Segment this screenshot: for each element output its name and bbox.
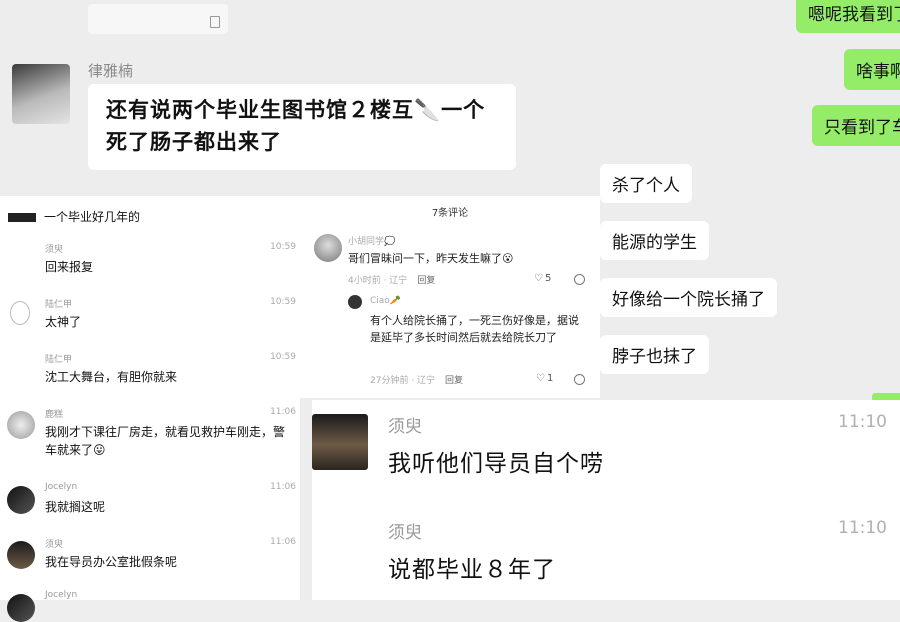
heart-icon: ♡ — [536, 373, 545, 384]
comment-text: 太神了 — [45, 315, 82, 329]
sender-name: 须臾 — [388, 523, 422, 543]
avatar[interactable] — [312, 414, 368, 470]
avatar[interactable] — [314, 234, 342, 262]
avatar[interactable] — [348, 295, 362, 309]
comment-text: 回来报复 — [45, 260, 94, 274]
comment-text: 我在导员办公室批假条呢 — [45, 555, 178, 569]
quoted-message-snippet[interactable] — [88, 4, 228, 34]
comment-count-title: 7条评论 — [431, 208, 469, 219]
comment-text: 沈工大舞台，有胆你就来 — [45, 370, 178, 384]
comment-author: 陆仁甲 — [45, 300, 73, 310]
comment-author: 小胡同学💭 — [348, 237, 396, 247]
list-item[interactable]: 陆仁甲 10:59 太神了 — [0, 297, 300, 343]
comment-meta: 27分钟前 · 辽宁 回复 — [370, 373, 463, 386]
comment-author: 须臾 — [45, 540, 64, 550]
sender-name: 律雅楠 — [88, 62, 134, 80]
list-item[interactable]: 须臾 11:06 我在导员办公室批假条呢 — [0, 537, 300, 583]
redacted-avatar — [8, 213, 36, 222]
sent-message[interactable]: 啥事啊 — [844, 49, 900, 90]
reply-button[interactable]: 回复 — [417, 276, 435, 286]
avatar[interactable] — [12, 64, 70, 124]
avatar — [10, 301, 30, 325]
comment-author: Ciao🥕 — [370, 296, 402, 306]
comment-author: 陆仁甲 — [45, 355, 73, 365]
reply-button[interactable]: 回复 — [445, 376, 463, 386]
received-message[interactable]: 好像给一个院长捅了 — [600, 278, 777, 317]
avatar — [7, 246, 35, 274]
comment-text: 我刚才下课往厂房走，就看见救护车刚走，警车就来了😛 — [45, 425, 286, 457]
received-message[interactable]: 能源的学生 — [600, 221, 709, 260]
list-item[interactable]: 鹿糕 11:06 我刚才下课往厂房走，就看见救护车刚走，警车就来了😛 — [0, 407, 300, 467]
message-time: 11:10 — [838, 518, 887, 538]
avatar — [7, 541, 35, 569]
comment-time: 11:06 — [270, 537, 296, 547]
comment-text: 哥们冒昧问一下，昨天发生嘛了😮 — [348, 252, 514, 265]
like-count: 5 — [544, 273, 552, 284]
comment-time: 10:59 — [270, 242, 296, 252]
message-text: 说都毕业８年了 — [388, 557, 556, 583]
message-text: 我听他们导员自个唠 — [388, 451, 604, 477]
avatar — [7, 411, 35, 439]
like-button[interactable]: ♡ 1 — [534, 370, 553, 385]
dislike-icon[interactable] — [574, 274, 585, 285]
message-bubble[interactable]: 还有说两个毕业生图书馆２楼互🔪一个死了肠子都出来了 — [88, 84, 516, 170]
sent-message[interactable]: 只看到了车 — [812, 105, 900, 146]
like-count: 1 — [546, 373, 554, 384]
comment-meta: 4小时前 · 辽宁 回复 — [348, 273, 435, 286]
comment-author: 须臾 — [45, 245, 64, 255]
header-message: 一个毕业好几年的 — [8, 208, 140, 225]
list-item[interactable]: Jocelyn — [0, 590, 300, 622]
comment-text: 我就搁这呢 — [45, 500, 106, 514]
comment-time-location: 27分钟前 · 辽宁 — [370, 376, 436, 386]
sent-message[interactable]: 嗯呢我看到了 — [796, 0, 900, 33]
comment-time-location: 4小时前 · 辽宁 — [348, 276, 408, 286]
list-item[interactable]: Jocelyn 11:06 我就搁这呢 — [0, 482, 300, 528]
list-item[interactable]: 须臾 10:59 回来报复 — [0, 242, 300, 288]
comment-time: 10:59 — [270, 297, 296, 307]
group-chat-screenshot: 一个毕业好几年的 须臾 10:59 回来报复 陆仁甲 10:59 太神了 陆仁甲… — [0, 196, 300, 622]
received-message[interactable]: 杀了个人 — [600, 164, 692, 203]
comment-author: 鹿糕 — [45, 410, 64, 420]
group-chat-zoomed: 须臾 11:10 我听他们导员自个唠 须臾 11:10 说都毕业８年了 — [312, 400, 900, 600]
message-time: 11:10 — [838, 412, 887, 432]
comment-section-screenshot: 7条评论 小胡同学💭 哥们冒昧问一下，昨天发生嘛了😮 4小时前 · 辽宁 回复 ♡… — [300, 196, 600, 398]
comment-author: Jocelyn — [45, 590, 78, 600]
dislike-icon[interactable] — [574, 374, 585, 385]
comment-author: Jocelyn — [45, 482, 78, 492]
sender-name: 须臾 — [388, 417, 422, 437]
header-text: 一个毕业好几年的 — [44, 210, 141, 224]
avatar — [7, 356, 35, 384]
avatar — [7, 594, 35, 622]
comment-text: 有个人给院长捅了，一死三伤好像是，据说是延毕了多长时间然后就去给院长刀了 — [370, 314, 579, 344]
comment-time: 11:06 — [270, 407, 296, 417]
comment-time: 10:59 — [270, 352, 296, 362]
copy-icon — [210, 16, 220, 28]
comment-time: 11:06 — [270, 482, 296, 492]
heart-icon: ♡ — [534, 273, 543, 284]
like-button[interactable]: ♡ 5 — [532, 270, 551, 285]
avatar — [7, 486, 35, 514]
received-message[interactable]: 脖子也抹了 — [600, 335, 709, 374]
list-item[interactable]: 陆仁甲 10:59 沈工大舞台，有胆你就来 — [0, 352, 300, 398]
